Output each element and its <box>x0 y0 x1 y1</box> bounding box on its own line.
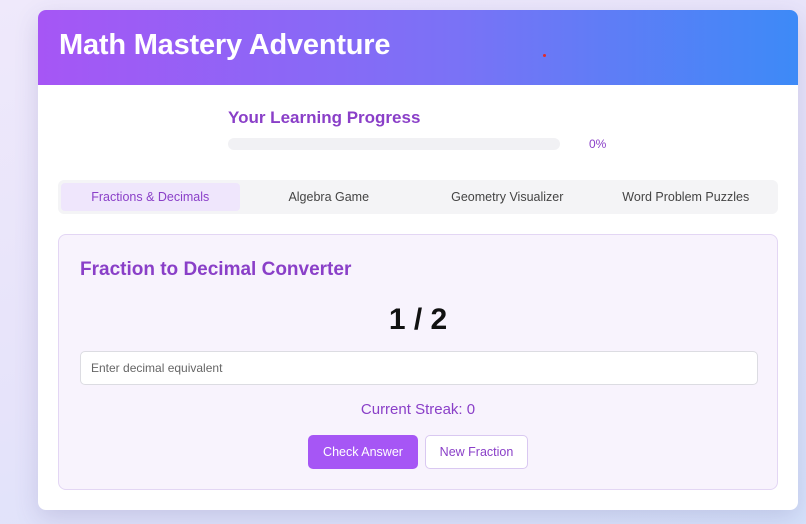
decorative-dot <box>543 54 546 57</box>
progress-title: Your Learning Progress <box>228 108 421 127</box>
app-title: Math Mastery Adventure <box>59 29 391 61</box>
progress-bar <box>228 138 560 150</box>
current-streak: Current Streak: 0 <box>360 401 476 418</box>
app-header: Math Mastery Adventure <box>38 10 798 85</box>
new-fraction-button[interactable]: New Fraction <box>425 435 528 469</box>
tab-bar: Fractions & Decimals Algebra Game Geomet… <box>58 180 778 214</box>
app-card: Math Mastery Adventure Your Learning Pro… <box>38 10 798 510</box>
tab-fractions-decimals[interactable]: Fractions & Decimals <box>61 183 240 211</box>
tab-geometry-visualizer[interactable]: Geometry Visualizer <box>418 183 597 211</box>
tab-word-problem-puzzles[interactable]: Word Problem Puzzles <box>597 183 776 211</box>
converter-title: Fraction to Decimal Converter <box>80 259 352 280</box>
check-answer-button[interactable]: Check Answer <box>308 435 418 469</box>
decimal-answer-input[interactable] <box>80 351 758 385</box>
fraction-display: 1 / 2 <box>388 303 448 336</box>
action-buttons: Check Answer New Fraction <box>59 435 777 469</box>
tab-algebra-game[interactable]: Algebra Game <box>240 183 419 211</box>
progress-percent: 0% <box>589 137 607 151</box>
converter-panel: Fraction to Decimal Converter 1 / 2 Curr… <box>58 234 778 490</box>
progress-section: Your Learning Progress 0% <box>228 108 628 151</box>
